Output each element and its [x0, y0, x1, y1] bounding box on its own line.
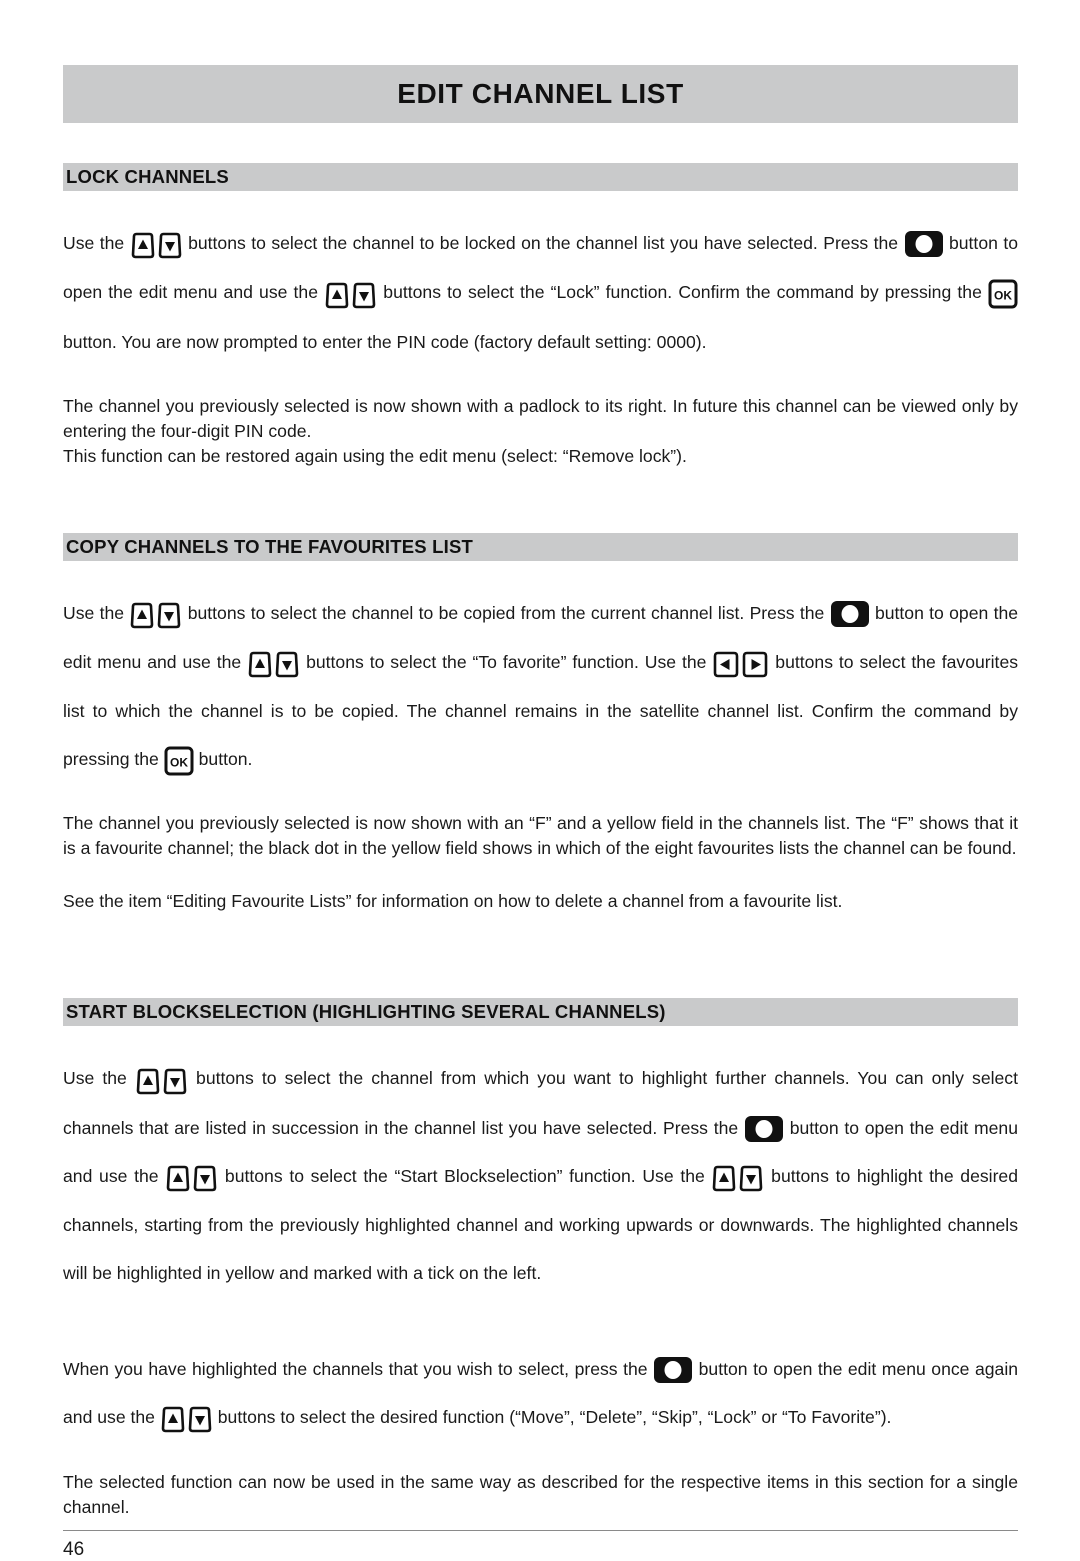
document-page: EDIT CHANNEL LIST LOCK CHANNELS Use the …: [63, 0, 1018, 1561]
updown-key-pair: [711, 1153, 764, 1201]
up-arrow-key-icon[interactable]: [135, 1068, 161, 1095]
svg-text:OK: OK: [994, 288, 1012, 302]
updown-key-pair: [160, 1394, 213, 1442]
text-run: button. You are now prompted to enter th…: [63, 331, 707, 352]
section-heading-label: COPY CHANNELS TO THE FAVOURITES LIST: [66, 535, 474, 557]
paragraph-favourite-marker-info: The channel you previously selected is n…: [63, 813, 1018, 859]
down-arrow-key-icon[interactable]: [738, 1165, 764, 1192]
down-arrow-key-icon[interactable]: [274, 651, 300, 678]
page-number: 46: [63, 1539, 85, 1561]
section-header-start-blockselection: START BLOCKSELECTION (HIGHLIGHTING SEVER…: [63, 998, 1018, 1027]
text-run: buttons to select the desired function (…: [217, 1407, 892, 1428]
updown-key-pair: [135, 1056, 188, 1104]
updown-key-pair: [247, 639, 300, 687]
down-arrow-key-icon[interactable]: [156, 602, 182, 629]
text-run: When you have highlighted the channels t…: [63, 1359, 648, 1380]
page-title: EDIT CHANNEL LIST: [397, 78, 684, 109]
text-run: button.: [198, 749, 253, 770]
down-arrow-key-icon[interactable]: [192, 1165, 218, 1192]
paragraph-blockselection-summary: The selected function can now be used in…: [63, 1472, 1018, 1518]
paragraph-lock-channels-steps: Use the buttons to select the channel to…: [63, 219, 1018, 366]
up-arrow-key-icon[interactable]: [324, 282, 350, 309]
svg-text:OK: OK: [170, 755, 188, 769]
up-arrow-key-icon[interactable]: [129, 602, 155, 629]
right-arrow-key-icon[interactable]: [741, 651, 769, 678]
paragraph-blockselection-confirm: When you have highlighted the channels t…: [63, 1345, 1018, 1442]
down-arrow-key-icon[interactable]: [187, 1406, 213, 1433]
text-run: Use the: [63, 233, 125, 253]
paragraph-editing-favourite-lists-ref: See the item “Editing Favourite Lists” f…: [63, 891, 843, 912]
section-header-copy-to-favourites: COPY CHANNELS TO THE FAVOURITES LIST: [63, 532, 1018, 561]
section-heading-label: START BLOCKSELECTION (HIGHLIGHTING SEVER…: [66, 1001, 666, 1023]
text-run: buttons to select the “To favorite” func…: [306, 652, 707, 673]
updown-key-pair: [324, 270, 377, 318]
paragraph-padlock-info: The channel you previously selected is n…: [63, 395, 1018, 441]
down-arrow-key-icon[interactable]: [351, 282, 377, 309]
dot-menu-key-icon[interactable]: [830, 600, 870, 628]
updown-key-pair: [130, 220, 183, 268]
section-header-lock-channels: LOCK CHANNELS: [63, 163, 1018, 191]
dot-menu-key-icon[interactable]: [744, 1115, 784, 1143]
up-arrow-key-icon[interactable]: [247, 651, 273, 678]
ok-key-icon[interactable]: OK: [988, 279, 1018, 309]
page-title-banner: EDIT CHANNEL LIST: [63, 65, 1018, 123]
section-heading-label: LOCK CHANNELS: [66, 166, 229, 187]
paragraph-remove-lock-info: This function can be restored again usin…: [63, 445, 687, 466]
text-run: buttons to select the “Start Blockselect…: [224, 1165, 705, 1186]
text-run: buttons to select the channel to be copi…: [187, 602, 825, 623]
up-arrow-key-icon[interactable]: [160, 1406, 186, 1433]
updown-key-pair: [165, 1153, 218, 1201]
text-run: Use the: [63, 602, 125, 623]
up-arrow-key-icon[interactable]: [165, 1165, 191, 1192]
down-arrow-key-icon[interactable]: [157, 232, 183, 259]
leftright-key-pair: [712, 639, 769, 687]
left-arrow-key-icon[interactable]: [712, 651, 740, 678]
down-arrow-key-icon[interactable]: [162, 1068, 188, 1095]
text-run: buttons to select the channel to be lock…: [188, 233, 899, 253]
paragraph-copy-favourites-steps: Use the buttons to select the channel to…: [63, 589, 1018, 784]
paragraph-blockselection-steps: Use the buttons to select the channel fr…: [63, 1054, 1018, 1297]
dot-menu-key-icon[interactable]: [904, 230, 944, 258]
text-run: buttons to select the “Lock” function. C…: [383, 282, 982, 303]
dot-menu-key-icon[interactable]: [653, 1356, 693, 1384]
text-run: Use the: [63, 1068, 127, 1089]
up-arrow-key-icon[interactable]: [130, 232, 156, 259]
ok-key-icon[interactable]: OK: [164, 746, 194, 776]
up-arrow-key-icon[interactable]: [711, 1165, 737, 1192]
updown-key-pair: [129, 590, 182, 638]
